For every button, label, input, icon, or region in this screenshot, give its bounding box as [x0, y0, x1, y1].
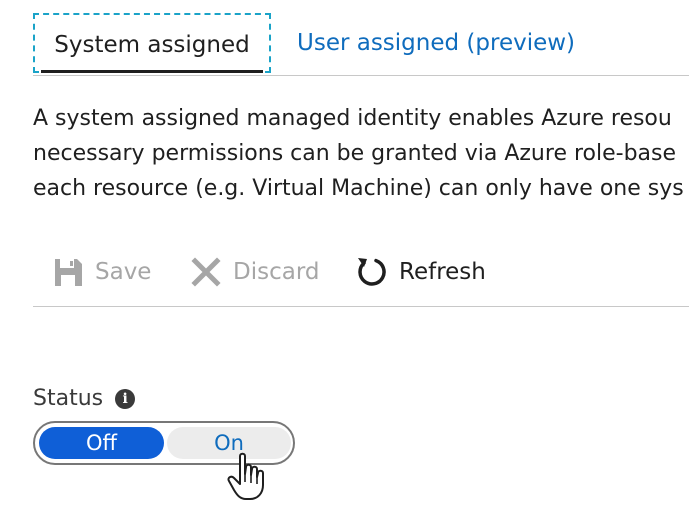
tab-user-assigned[interactable]: User assigned (preview) — [297, 13, 575, 73]
tab-system-assigned[interactable]: System assigned — [33, 13, 271, 73]
description-line-1: A system assigned managed identity enabl… — [33, 106, 672, 131]
managed-identity-page: System assigned User assigned (preview) … — [0, 0, 689, 509]
hand-cursor-icon — [227, 452, 264, 500]
identity-description: A system assigned managed identity enabl… — [33, 101, 689, 206]
refresh-icon — [355, 255, 389, 289]
identity-tabs: System assigned User assigned (preview) — [33, 13, 689, 76]
status-label: Status i — [33, 386, 136, 411]
discard-button[interactable]: Discard — [189, 252, 319, 292]
command-toolbar: Save Discard Refresh — [33, 244, 689, 307]
description-line-2: necessary permissions can be granted via… — [33, 141, 677, 166]
description-line-3: each resource (e.g. Virtual Machine) can… — [33, 176, 684, 201]
info-icon[interactable]: i — [115, 388, 136, 409]
close-icon — [189, 255, 223, 289]
discard-label: Discard — [233, 259, 320, 285]
refresh-button[interactable]: Refresh — [355, 252, 486, 292]
status-off-option[interactable]: Off — [39, 427, 164, 459]
status-label-text: Status — [33, 386, 104, 411]
save-button[interactable]: Save — [51, 252, 151, 292]
refresh-label: Refresh — [399, 259, 486, 285]
save-label: Save — [95, 259, 152, 285]
save-icon — [51, 255, 85, 289]
